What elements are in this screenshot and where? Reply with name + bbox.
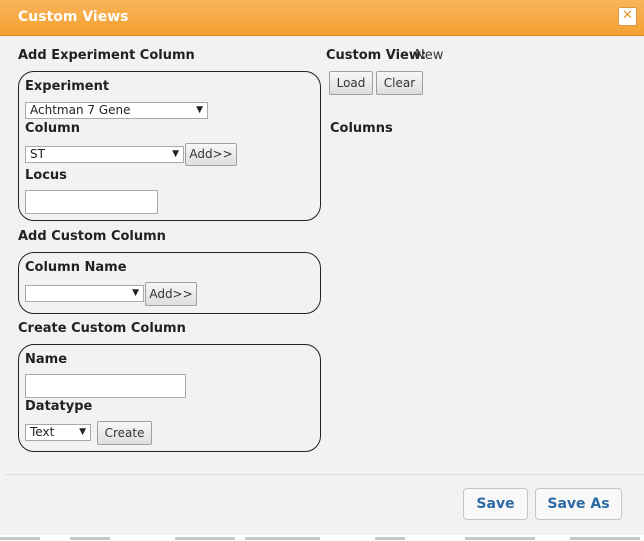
- locus-input[interactable]: [25, 190, 158, 214]
- datatype-select-value: Text: [30, 425, 55, 439]
- add-experiment-column-button[interactable]: Add>>: [185, 143, 237, 166]
- chevron-down-icon: ▼: [196, 105, 203, 115]
- create-column-button[interactable]: Create: [97, 421, 152, 445]
- custom-view-label: Custom View:: [326, 48, 427, 63]
- column-select-value: ST: [30, 147, 45, 161]
- name-label: Name: [25, 352, 68, 367]
- chevron-down-icon: ▼: [172, 149, 179, 159]
- load-button[interactable]: Load: [329, 71, 373, 95]
- add-custom-column-button[interactable]: Add>>: [145, 282, 197, 306]
- chevron-down-icon: ▼: [132, 288, 139, 298]
- custom-view-name: New: [415, 48, 444, 63]
- experiment-label: Experiment: [25, 79, 110, 94]
- dialog-titlebar[interactable]: Custom Views ✕: [0, 0, 644, 36]
- save-as-button[interactable]: Save As: [535, 488, 622, 520]
- save-button[interactable]: Save: [463, 488, 528, 520]
- locus-label: Locus: [25, 168, 67, 183]
- chevron-down-icon: ▼: [79, 427, 86, 437]
- datatype-select[interactable]: Text ▼: [25, 424, 91, 441]
- custom-views-dialog: Custom Views ✕ Add Experiment Column Exp…: [0, 0, 644, 535]
- column-name-label: Column Name: [25, 260, 127, 275]
- datatype-label: Datatype: [25, 399, 93, 414]
- columns-heading: Columns: [330, 121, 393, 136]
- experiment-select[interactable]: Achtman 7 Gene ▼: [25, 102, 208, 119]
- close-icon[interactable]: ✕: [618, 7, 637, 26]
- experiment-select-value: Achtman 7 Gene: [30, 103, 131, 117]
- add-experiment-column-heading: Add Experiment Column: [18, 48, 195, 63]
- column-label: Column: [25, 121, 80, 136]
- dialog-title: Custom Views: [18, 9, 129, 25]
- name-input[interactable]: [25, 374, 186, 398]
- create-custom-column-heading: Create Custom Column: [18, 321, 186, 336]
- column-select[interactable]: ST ▼: [25, 146, 184, 163]
- column-name-select[interactable]: ▼: [25, 285, 144, 302]
- clear-button[interactable]: Clear: [376, 71, 423, 95]
- background-page-edge: [0, 535, 644, 541]
- add-custom-column-heading: Add Custom Column: [18, 229, 166, 244]
- footer-divider: [5, 474, 644, 475]
